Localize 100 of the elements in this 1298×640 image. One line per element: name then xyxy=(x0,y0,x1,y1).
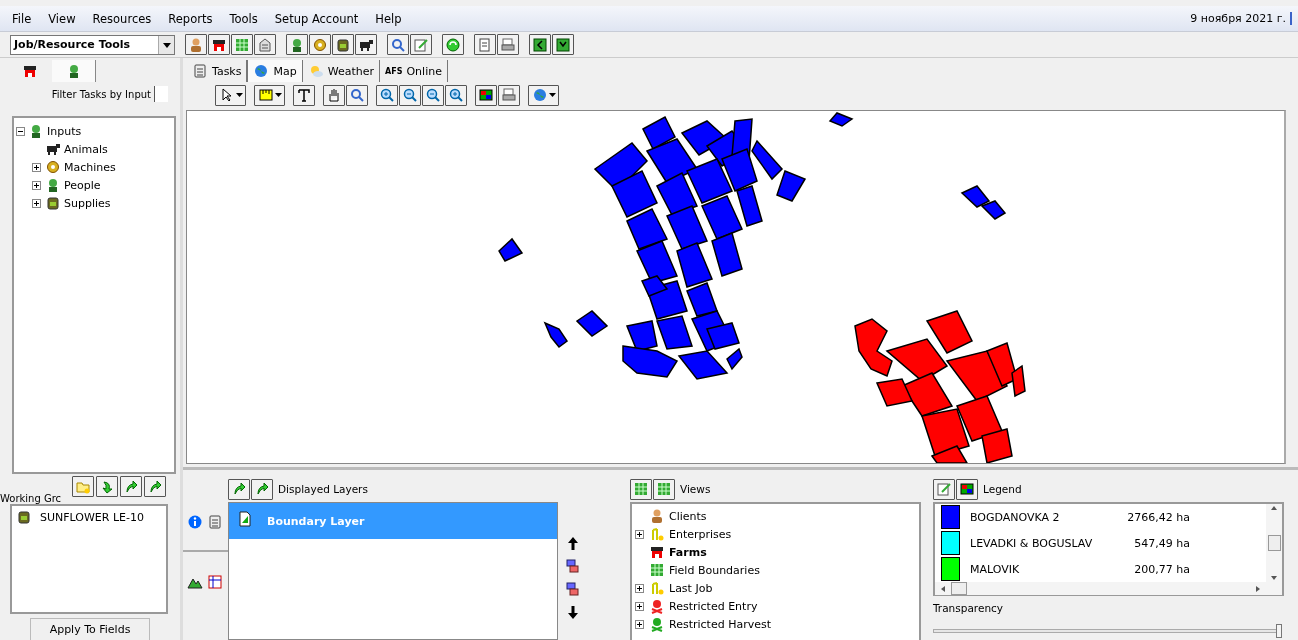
tree-item[interactable]: Supplies xyxy=(64,196,111,210)
tree-item[interactable]: Restricted Harvest xyxy=(669,617,771,631)
menu-item[interactable]: Resources xyxy=(86,11,158,26)
vertical-scrollbar[interactable] xyxy=(1266,504,1282,582)
tree-item[interactable]: Clients xyxy=(669,509,707,523)
tree-item[interactable]: Field Boundaries xyxy=(669,563,760,577)
tree-item[interactable]: Last Job xyxy=(669,581,713,595)
expand-toggle[interactable] xyxy=(32,162,41,172)
toolbar-button[interactable] xyxy=(120,476,142,497)
horizontal-scrollbar[interactable] xyxy=(935,582,1282,595)
clipboard-icon xyxy=(192,63,208,79)
legend-value: 200,77 ha xyxy=(1133,562,1190,576)
toolbar-button[interactable] xyxy=(528,84,559,106)
scroll-right-icon[interactable] xyxy=(1254,584,1262,593)
menu-item[interactable]: Reports xyxy=(162,11,219,26)
toolbar-button[interactable] xyxy=(228,478,250,500)
toolbar-button[interactable] xyxy=(956,478,978,500)
toolbar-button[interactable] xyxy=(497,34,519,55)
toolbar-button[interactable] xyxy=(96,476,118,497)
filter-label: Filter Tasks by Input xyxy=(51,88,151,100)
expand-toggle[interactable] xyxy=(635,583,644,593)
menu-item[interactable]: Tools xyxy=(223,11,264,26)
zoom-full-icon xyxy=(448,87,464,103)
expand-toggle[interactable] xyxy=(32,198,41,208)
filter-checkbox[interactable] xyxy=(154,86,168,102)
expand-toggle[interactable] xyxy=(16,126,25,136)
expand-toggle[interactable] xyxy=(32,180,41,190)
tool-dropdown[interactable]: Job/Resource Tools xyxy=(10,34,175,55)
tree-item[interactable]: Restricted Entry xyxy=(669,599,758,613)
toolbar-button[interactable] xyxy=(442,34,464,55)
tree-item[interactable]: Farms xyxy=(669,545,707,559)
menu-item[interactable]: Setup Account xyxy=(268,11,365,26)
toolbar-button[interactable] xyxy=(552,34,574,55)
menu-item[interactable]: Help xyxy=(369,11,408,26)
jar-icon xyxy=(16,509,32,525)
toolbar-button[interactable] xyxy=(387,34,409,55)
toolbar-button[interactable] xyxy=(323,84,345,106)
transparency-label: Transparency xyxy=(933,601,1005,616)
image-icon xyxy=(478,87,494,103)
toolbar-button[interactable] xyxy=(254,34,276,55)
scroll-up-icon[interactable] xyxy=(1270,504,1278,512)
expand-toggle[interactable] xyxy=(635,529,644,539)
expand-toggle[interactable] xyxy=(635,601,644,611)
down-arrow-icon xyxy=(565,603,581,620)
toolbar-button[interactable] xyxy=(332,34,354,55)
tree-item[interactable]: Animals xyxy=(64,142,108,156)
tab[interactable]: Weather xyxy=(302,60,381,82)
toolbar-button[interactable] xyxy=(72,476,94,497)
tab[interactable]: Map xyxy=(247,60,303,82)
toolbar-button[interactable] xyxy=(231,34,253,55)
menu-item[interactable]: View xyxy=(42,11,82,26)
toolbar-button[interactable] xyxy=(355,34,377,55)
toolbar-button[interactable] xyxy=(254,84,285,106)
toolbar-button[interactable] xyxy=(410,34,432,55)
panel-title: Displayed Layers xyxy=(278,483,368,495)
toolbar-button[interactable] xyxy=(215,84,246,106)
toolbar-button[interactable] xyxy=(653,478,675,500)
panel-title: Legend xyxy=(983,483,1022,495)
scroll-thumb[interactable] xyxy=(1267,535,1281,551)
double-arrow-icon xyxy=(254,481,270,497)
toolbar-button[interactable] xyxy=(529,34,551,55)
menu-item[interactable]: File xyxy=(6,11,38,26)
toolbar-button[interactable] xyxy=(498,84,520,106)
toolbar-button[interactable] xyxy=(630,478,652,500)
toolbar-button[interactable] xyxy=(445,84,467,106)
scroll-left-icon[interactable] xyxy=(939,584,947,593)
clipboard-icon xyxy=(207,514,223,530)
grid-icon xyxy=(633,481,649,497)
toolbar-button[interactable] xyxy=(208,34,230,55)
legend-label: MALOVIK xyxy=(969,562,1021,576)
tab[interactable]: AFS Online xyxy=(380,60,448,82)
working-group-label: Working Grc xyxy=(0,493,62,504)
add-field-grid-icon xyxy=(234,36,250,53)
toolbar-button[interactable] xyxy=(309,34,331,55)
transparency-slider[interactable] xyxy=(933,624,1280,638)
tree-item[interactable]: People xyxy=(64,178,101,192)
toolbar-button[interactable] xyxy=(376,84,398,106)
toolbar-button[interactable] xyxy=(933,478,955,500)
globe-icon xyxy=(253,63,270,79)
skull-icon xyxy=(649,598,665,614)
toolbar-button[interactable] xyxy=(346,84,368,106)
toolbar-button[interactable] xyxy=(286,34,308,55)
apply-button[interactable]: Apply To Fields xyxy=(30,618,150,640)
toolbar-button[interactable] xyxy=(474,34,496,55)
tree-item[interactable]: Enterprises xyxy=(669,527,732,541)
arrow-icon xyxy=(231,481,247,497)
tree-item[interactable]: Machines xyxy=(64,160,116,174)
skull-icon xyxy=(649,616,665,632)
scroll-thumb[interactable] xyxy=(951,582,967,595)
expand-toggle[interactable] xyxy=(635,619,644,629)
list-item[interactable]: SUNFLOWER LE-10 xyxy=(40,510,144,524)
toolbar-button[interactable] xyxy=(185,34,207,55)
tree-item[interactable]: Inputs xyxy=(47,124,82,138)
toolbar-button[interactable] xyxy=(399,84,421,106)
toolbar-button[interactable] xyxy=(293,84,315,106)
toolbar-button[interactable] xyxy=(422,84,444,106)
toolbar-button[interactable] xyxy=(251,478,273,500)
toolbar-button[interactable] xyxy=(144,476,166,497)
panel-tab[interactable] xyxy=(52,60,96,82)
toolbar-button[interactable] xyxy=(475,84,497,106)
